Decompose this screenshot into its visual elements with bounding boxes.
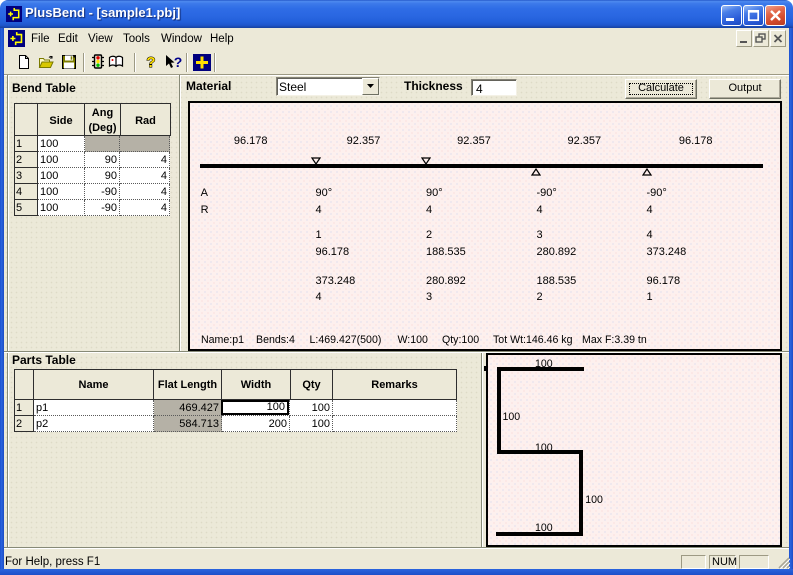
svg-text:?: ? xyxy=(174,54,183,70)
svg-text:?: ? xyxy=(146,54,155,70)
